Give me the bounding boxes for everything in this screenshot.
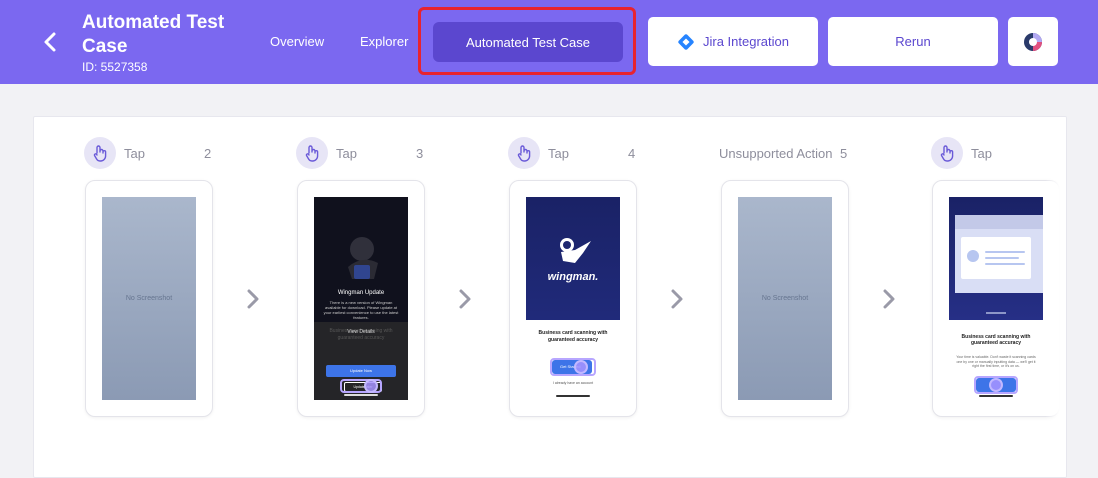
update-dialog-title: Wingman Update <box>337 290 385 296</box>
tab-automated-test-case[interactable]: Automated Test Case <box>433 22 623 62</box>
mockup-line <box>985 257 1019 259</box>
tap-hand-icon <box>305 145 319 162</box>
step-card[interactable]: wingman. Business card scanning with gua… <box>509 180 637 417</box>
mockup-band <box>955 215 1043 229</box>
jira-icon <box>678 33 694 50</box>
update-now-button: Update Now <box>326 365 396 377</box>
mockup-line <box>985 251 1025 253</box>
rerun-label: Rerun <box>895 34 931 49</box>
onboarding-headline: Business card scanning with guaranteed a… <box>538 330 608 343</box>
touch-indicator <box>364 379 378 393</box>
step-card[interactable]: Business card scanning with guaranteed a… <box>932 180 1060 417</box>
onboarding-headline: Business card scanning with guaranteed a… <box>961 334 1031 346</box>
astronaut-logo-icon <box>560 238 591 263</box>
step-label: Tap <box>124 146 145 161</box>
step-screenshot: Business card scanning with guaranteed a… <box>314 197 408 400</box>
step-number: 3 <box>416 146 424 161</box>
chevron-right-icon <box>459 289 471 309</box>
step-card[interactable]: No Screenshot <box>85 180 213 417</box>
mockup-line <box>985 263 1025 265</box>
step-header: Tap 4 <box>508 137 636 171</box>
home-indicator <box>979 395 1013 397</box>
step-number: 2 <box>204 146 212 161</box>
tab-explorer[interactable]: Explorer <box>360 34 408 49</box>
step-header: Tap 2 <box>84 137 212 171</box>
tap-icon-wrap <box>84 137 116 169</box>
step-label: Tap <box>336 146 357 161</box>
step-screenshot: wingman. Business card scanning with gua… <box>526 197 620 400</box>
tap-icon-wrap <box>296 137 328 169</box>
step-card[interactable]: Business card scanning with guaranteed a… <box>297 180 425 417</box>
profile-button[interactable] <box>1008 17 1058 66</box>
tap-target-ring <box>550 358 596 376</box>
scroll-fade <box>1045 117 1066 477</box>
update-dialog-text: There is a new version of Wingman availa… <box>323 300 399 320</box>
screenshot-placeholder: No Screenshot <box>738 197 832 400</box>
screenshot-placeholder: No Screenshot <box>102 197 196 400</box>
app-header: Automated Test Case ID: 5527358 Overview… <box>0 0 1098 84</box>
tap-hand-icon <box>940 145 954 162</box>
onboarding-body: Your time is valuable. Don't waste it sc… <box>956 355 1036 368</box>
step-label: Unsupported Action <box>719 146 833 161</box>
chevron-right-icon <box>671 289 683 309</box>
step-header: Tap <box>931 137 1059 171</box>
existing-account-link: I already have an account <box>552 381 594 385</box>
page-title: Automated Test Case <box>82 12 225 57</box>
step-header: Tap 3 <box>296 137 424 171</box>
jira-integration-button[interactable]: Jira Integration <box>648 17 818 66</box>
jira-integration-label: Jira Integration <box>703 34 789 49</box>
title-block: Automated Test Case ID: 5527358 <box>82 11 272 74</box>
step-number: 5 <box>840 146 848 161</box>
step-card[interactable]: No Screenshot <box>721 180 849 417</box>
chevron-right-icon <box>883 289 895 309</box>
step-label: Tap <box>971 146 992 161</box>
step-header: Unsupported Action 5 <box>719 137 869 171</box>
tab-overview[interactable]: Overview <box>270 34 324 49</box>
step-screenshot: Business card scanning with guaranteed a… <box>949 197 1043 400</box>
test-case-id: ID: 5527358 <box>82 60 148 74</box>
profile-logo-icon <box>1024 32 1042 51</box>
wingman-wordmark: wingman. <box>547 271 599 283</box>
touch-indicator <box>574 360 588 374</box>
mockup-avatar <box>967 250 979 262</box>
tap-icon-wrap <box>931 137 963 169</box>
tap-hand-icon <box>517 145 531 162</box>
rerun-button[interactable]: Rerun <box>828 17 998 66</box>
home-indicator <box>556 395 590 397</box>
step-label: Tap <box>548 146 569 161</box>
back-arrow-icon[interactable] <box>38 27 64 57</box>
tap-icon-wrap <box>508 137 540 169</box>
home-indicator <box>344 394 378 396</box>
step-number: 4 <box>628 146 636 161</box>
view-details-link: View Details <box>347 329 375 335</box>
pager-dots <box>986 312 1006 314</box>
chevron-right-icon <box>247 289 259 309</box>
touch-indicator <box>989 378 1003 392</box>
tap-hand-icon <box>93 145 107 162</box>
steps-panel: Tap 2 No Screenshot Tap 3 Business card … <box>33 116 1067 478</box>
